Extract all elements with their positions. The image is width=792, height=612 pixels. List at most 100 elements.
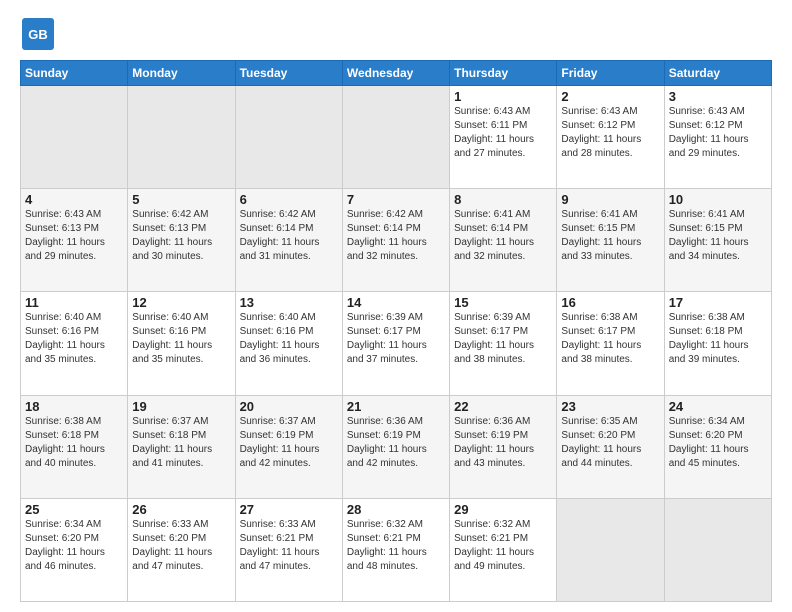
page: GB SundayMondayTuesdayWednesdayThursdayF… [0, 0, 792, 612]
calendar-cell: 22Sunrise: 6:36 AMSunset: 6:19 PMDayligh… [450, 395, 557, 498]
calendar-cell: 6Sunrise: 6:42 AMSunset: 6:14 PMDaylight… [235, 189, 342, 292]
logo-icon: GB [20, 16, 56, 52]
calendar-cell: 4Sunrise: 6:43 AMSunset: 6:13 PMDaylight… [21, 189, 128, 292]
day-number: 11 [25, 295, 123, 310]
calendar-cell: 23Sunrise: 6:35 AMSunset: 6:20 PMDayligh… [557, 395, 664, 498]
day-info: Sunrise: 6:43 AMSunset: 6:11 PMDaylight:… [454, 105, 552, 161]
calendar-cell [557, 498, 664, 601]
day-info: Sunrise: 6:42 AMSunset: 6:14 PMDaylight:… [240, 208, 338, 264]
day-number: 27 [240, 502, 338, 517]
day-info: Sunrise: 6:34 AMSunset: 6:20 PMDaylight:… [25, 518, 123, 574]
day-number: 19 [132, 399, 230, 414]
day-header-monday: Monday [128, 61, 235, 86]
calendar-cell: 19Sunrise: 6:37 AMSunset: 6:18 PMDayligh… [128, 395, 235, 498]
day-info: Sunrise: 6:33 AMSunset: 6:21 PMDaylight:… [240, 518, 338, 574]
calendar-cell: 28Sunrise: 6:32 AMSunset: 6:21 PMDayligh… [342, 498, 449, 601]
calendar-cell [21, 86, 128, 189]
calendar-cell: 16Sunrise: 6:38 AMSunset: 6:17 PMDayligh… [557, 292, 664, 395]
calendar-cell: 29Sunrise: 6:32 AMSunset: 6:21 PMDayligh… [450, 498, 557, 601]
day-number: 7 [347, 192, 445, 207]
day-number: 28 [347, 502, 445, 517]
day-info: Sunrise: 6:41 AMSunset: 6:15 PMDaylight:… [669, 208, 767, 264]
day-header-tuesday: Tuesday [235, 61, 342, 86]
calendar-cell: 2Sunrise: 6:43 AMSunset: 6:12 PMDaylight… [557, 86, 664, 189]
calendar-cell: 3Sunrise: 6:43 AMSunset: 6:12 PMDaylight… [664, 86, 771, 189]
day-number: 13 [240, 295, 338, 310]
day-header-wednesday: Wednesday [342, 61, 449, 86]
day-number: 22 [454, 399, 552, 414]
day-info: Sunrise: 6:42 AMSunset: 6:13 PMDaylight:… [132, 208, 230, 264]
day-number: 14 [347, 295, 445, 310]
day-number: 6 [240, 192, 338, 207]
day-number: 1 [454, 89, 552, 104]
svg-text:GB: GB [28, 27, 48, 42]
day-number: 8 [454, 192, 552, 207]
calendar-cell: 25Sunrise: 6:34 AMSunset: 6:20 PMDayligh… [21, 498, 128, 601]
day-header-friday: Friday [557, 61, 664, 86]
day-number: 29 [454, 502, 552, 517]
calendar-cell: 21Sunrise: 6:36 AMSunset: 6:19 PMDayligh… [342, 395, 449, 498]
calendar-cell: 15Sunrise: 6:39 AMSunset: 6:17 PMDayligh… [450, 292, 557, 395]
day-info: Sunrise: 6:37 AMSunset: 6:18 PMDaylight:… [132, 415, 230, 471]
calendar-cell: 24Sunrise: 6:34 AMSunset: 6:20 PMDayligh… [664, 395, 771, 498]
calendar-cell: 17Sunrise: 6:38 AMSunset: 6:18 PMDayligh… [664, 292, 771, 395]
day-number: 26 [132, 502, 230, 517]
day-number: 9 [561, 192, 659, 207]
calendar-cell: 27Sunrise: 6:33 AMSunset: 6:21 PMDayligh… [235, 498, 342, 601]
day-info: Sunrise: 6:43 AMSunset: 6:12 PMDaylight:… [669, 105, 767, 161]
day-info: Sunrise: 6:39 AMSunset: 6:17 PMDaylight:… [347, 311, 445, 367]
calendar-cell: 12Sunrise: 6:40 AMSunset: 6:16 PMDayligh… [128, 292, 235, 395]
day-info: Sunrise: 6:42 AMSunset: 6:14 PMDaylight:… [347, 208, 445, 264]
day-header-saturday: Saturday [664, 61, 771, 86]
day-number: 20 [240, 399, 338, 414]
day-info: Sunrise: 6:40 AMSunset: 6:16 PMDaylight:… [132, 311, 230, 367]
calendar-table: SundayMondayTuesdayWednesdayThursdayFrid… [20, 60, 772, 602]
day-number: 17 [669, 295, 767, 310]
calendar-cell: 9Sunrise: 6:41 AMSunset: 6:15 PMDaylight… [557, 189, 664, 292]
day-info: Sunrise: 6:35 AMSunset: 6:20 PMDaylight:… [561, 415, 659, 471]
day-info: Sunrise: 6:43 AMSunset: 6:12 PMDaylight:… [561, 105, 659, 161]
day-info: Sunrise: 6:40 AMSunset: 6:16 PMDaylight:… [25, 311, 123, 367]
day-number: 15 [454, 295, 552, 310]
day-number: 3 [669, 89, 767, 104]
day-number: 4 [25, 192, 123, 207]
day-number: 2 [561, 89, 659, 104]
calendar-cell: 8Sunrise: 6:41 AMSunset: 6:14 PMDaylight… [450, 189, 557, 292]
logo: GB [20, 16, 58, 52]
day-info: Sunrise: 6:41 AMSunset: 6:15 PMDaylight:… [561, 208, 659, 264]
day-info: Sunrise: 6:43 AMSunset: 6:13 PMDaylight:… [25, 208, 123, 264]
day-info: Sunrise: 6:32 AMSunset: 6:21 PMDaylight:… [454, 518, 552, 574]
calendar-cell: 7Sunrise: 6:42 AMSunset: 6:14 PMDaylight… [342, 189, 449, 292]
day-info: Sunrise: 6:39 AMSunset: 6:17 PMDaylight:… [454, 311, 552, 367]
day-number: 10 [669, 192, 767, 207]
day-number: 24 [669, 399, 767, 414]
day-number: 18 [25, 399, 123, 414]
calendar-cell [235, 86, 342, 189]
day-number: 23 [561, 399, 659, 414]
day-info: Sunrise: 6:32 AMSunset: 6:21 PMDaylight:… [347, 518, 445, 574]
calendar-cell: 20Sunrise: 6:37 AMSunset: 6:19 PMDayligh… [235, 395, 342, 498]
day-number: 21 [347, 399, 445, 414]
day-info: Sunrise: 6:36 AMSunset: 6:19 PMDaylight:… [347, 415, 445, 471]
day-info: Sunrise: 6:34 AMSunset: 6:20 PMDaylight:… [669, 415, 767, 471]
day-number: 5 [132, 192, 230, 207]
day-info: Sunrise: 6:38 AMSunset: 6:18 PMDaylight:… [669, 311, 767, 367]
day-info: Sunrise: 6:37 AMSunset: 6:19 PMDaylight:… [240, 415, 338, 471]
day-info: Sunrise: 6:41 AMSunset: 6:14 PMDaylight:… [454, 208, 552, 264]
calendar-cell: 26Sunrise: 6:33 AMSunset: 6:20 PMDayligh… [128, 498, 235, 601]
calendar-cell [342, 86, 449, 189]
header: GB [20, 16, 772, 52]
day-number: 16 [561, 295, 659, 310]
day-info: Sunrise: 6:40 AMSunset: 6:16 PMDaylight:… [240, 311, 338, 367]
calendar-cell [664, 498, 771, 601]
calendar-cell [128, 86, 235, 189]
calendar-cell: 5Sunrise: 6:42 AMSunset: 6:13 PMDaylight… [128, 189, 235, 292]
day-number: 12 [132, 295, 230, 310]
calendar-cell: 1Sunrise: 6:43 AMSunset: 6:11 PMDaylight… [450, 86, 557, 189]
day-info: Sunrise: 6:36 AMSunset: 6:19 PMDaylight:… [454, 415, 552, 471]
calendar-cell: 14Sunrise: 6:39 AMSunset: 6:17 PMDayligh… [342, 292, 449, 395]
day-info: Sunrise: 6:38 AMSunset: 6:17 PMDaylight:… [561, 311, 659, 367]
day-info: Sunrise: 6:38 AMSunset: 6:18 PMDaylight:… [25, 415, 123, 471]
day-header-sunday: Sunday [21, 61, 128, 86]
calendar-cell: 18Sunrise: 6:38 AMSunset: 6:18 PMDayligh… [21, 395, 128, 498]
